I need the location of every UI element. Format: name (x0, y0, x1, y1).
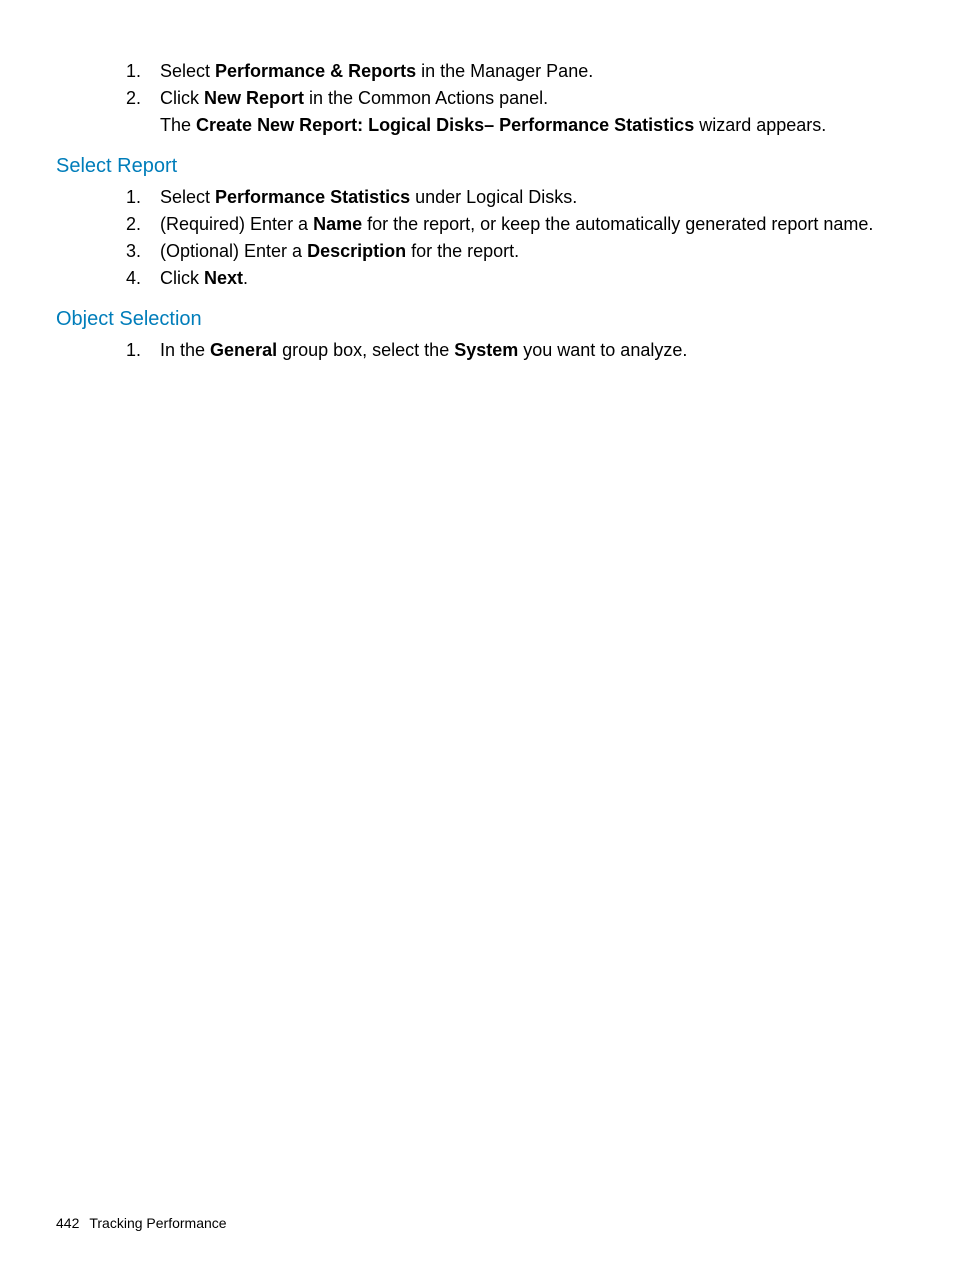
list-item: 4. Click Next. (122, 265, 898, 292)
list-body: (Required) Enter a Name for the report, … (160, 211, 898, 238)
text: in the Manager Pane. (416, 61, 593, 81)
text: Click (160, 88, 204, 108)
heading-select-report: Select Report (56, 155, 898, 178)
list-item: 2. Click New Report in the Common Action… (122, 85, 898, 112)
bold-text: Description (307, 241, 406, 261)
bold-text: Name (313, 214, 362, 234)
list-number: 2. (122, 211, 160, 238)
text: (Optional) Enter a (160, 241, 307, 261)
list-number: 2. (122, 85, 160, 112)
bold-text: General (210, 340, 277, 360)
document-page: 1. Select Performance & Reports in the M… (0, 0, 954, 1271)
text: . (243, 268, 248, 288)
text: wizard appears. (694, 115, 826, 135)
footer-title: Tracking Performance (89, 1215, 226, 1231)
list-body: Click New Report in the Common Actions p… (160, 85, 898, 112)
list-item: 2. (Required) Enter a Name for the repor… (122, 211, 898, 238)
top-steps-list: 1. Select Performance & Reports in the M… (122, 58, 898, 112)
bold-text: Create New Report: Logical Disks– Perfor… (196, 115, 694, 135)
list-number: 1. (122, 58, 160, 85)
list-number: 3. (122, 238, 160, 265)
page-number: 442 (56, 1215, 79, 1231)
list-item: 1. Select Performance & Reports in the M… (122, 58, 898, 85)
list-item: 1. Select Performance Statistics under L… (122, 184, 898, 211)
text: Click (160, 268, 204, 288)
list-body: Select Performance & Reports in the Mana… (160, 58, 898, 85)
list-item: 3. (Optional) Enter a Description for th… (122, 238, 898, 265)
list-number: 4. (122, 265, 160, 292)
select-report-list: 1. Select Performance Statistics under L… (122, 184, 898, 292)
list-body: Select Performance Statistics under Logi… (160, 184, 898, 211)
text: under Logical Disks. (410, 187, 577, 207)
bold-text: Next (204, 268, 243, 288)
text: in the Common Actions panel. (304, 88, 548, 108)
text: (Required) Enter a (160, 214, 313, 234)
list-number: 1. (122, 337, 160, 364)
bold-text: System (454, 340, 518, 360)
text: you want to analyze. (518, 340, 687, 360)
list-item: 1. In the General group box, select the … (122, 337, 898, 364)
text: In the (160, 340, 210, 360)
bold-text: Performance Statistics (215, 187, 410, 207)
page-footer: 442 Tracking Performance (56, 1215, 227, 1231)
heading-object-selection: Object Selection (56, 308, 898, 331)
list-body: In the General group box, select the Sys… (160, 337, 898, 364)
text: The (160, 115, 196, 135)
text: group box, select the (277, 340, 454, 360)
text: for the report, or keep the automaticall… (362, 214, 873, 234)
text: Select (160, 187, 215, 207)
bold-text: Performance & Reports (215, 61, 416, 81)
list-body: Click Next. (160, 265, 898, 292)
follow-text: The Create New Report: Logical Disks– Pe… (160, 112, 898, 139)
text: for the report. (406, 241, 519, 261)
bold-text: New Report (204, 88, 304, 108)
list-body: (Optional) Enter a Description for the r… (160, 238, 898, 265)
object-selection-list: 1. In the General group box, select the … (122, 337, 898, 364)
text: Select (160, 61, 215, 81)
list-number: 1. (122, 184, 160, 211)
